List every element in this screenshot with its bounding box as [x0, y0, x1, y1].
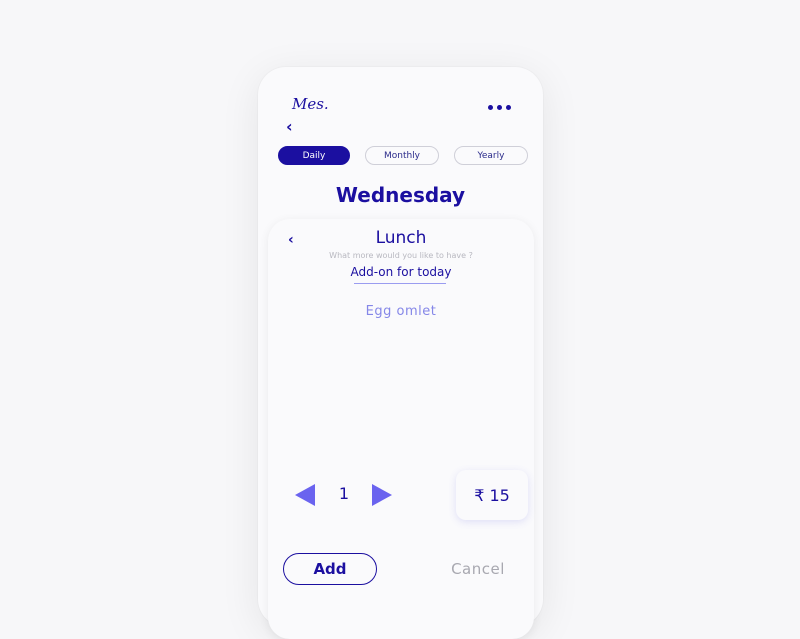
more-menu-button[interactable]	[488, 105, 511, 110]
quantity-value: 1	[338, 484, 350, 503]
increase-quantity-button[interactable]	[372, 484, 392, 506]
decrease-quantity-button[interactable]	[295, 484, 315, 506]
app-logo: Mes.	[292, 95, 329, 113]
cancel-button[interactable]: Cancel	[438, 553, 518, 585]
day-title: Wednesday	[335, 183, 466, 207]
phone-frame: Mes. ‹ Daily Monthly Yearly Wednesday ‹ …	[258, 67, 543, 639]
addon-item[interactable]: Egg omlet	[268, 304, 534, 319]
price-badge: ₹ 15	[456, 470, 528, 520]
tab-daily[interactable]: Daily	[278, 146, 350, 165]
period-tabs: Daily Monthly Yearly	[278, 146, 528, 165]
heading-underline	[354, 283, 446, 284]
more-dots-icon	[488, 105, 493, 110]
tab-yearly[interactable]: Yearly	[454, 146, 528, 165]
dot	[497, 105, 502, 110]
addon-heading: Add-on for today	[350, 265, 452, 279]
dot	[506, 105, 511, 110]
back-button[interactable]: ‹	[286, 117, 293, 136]
tab-monthly[interactable]: Monthly	[365, 146, 439, 165]
chevron-left-icon: ‹	[286, 117, 293, 136]
meal-subtitle: What more would you like to have ?	[329, 251, 473, 260]
meal-title: Lunch	[375, 228, 427, 248]
add-button[interactable]: Add	[283, 553, 377, 585]
meal-card: ‹ Lunch What more would you like to have…	[268, 219, 534, 639]
